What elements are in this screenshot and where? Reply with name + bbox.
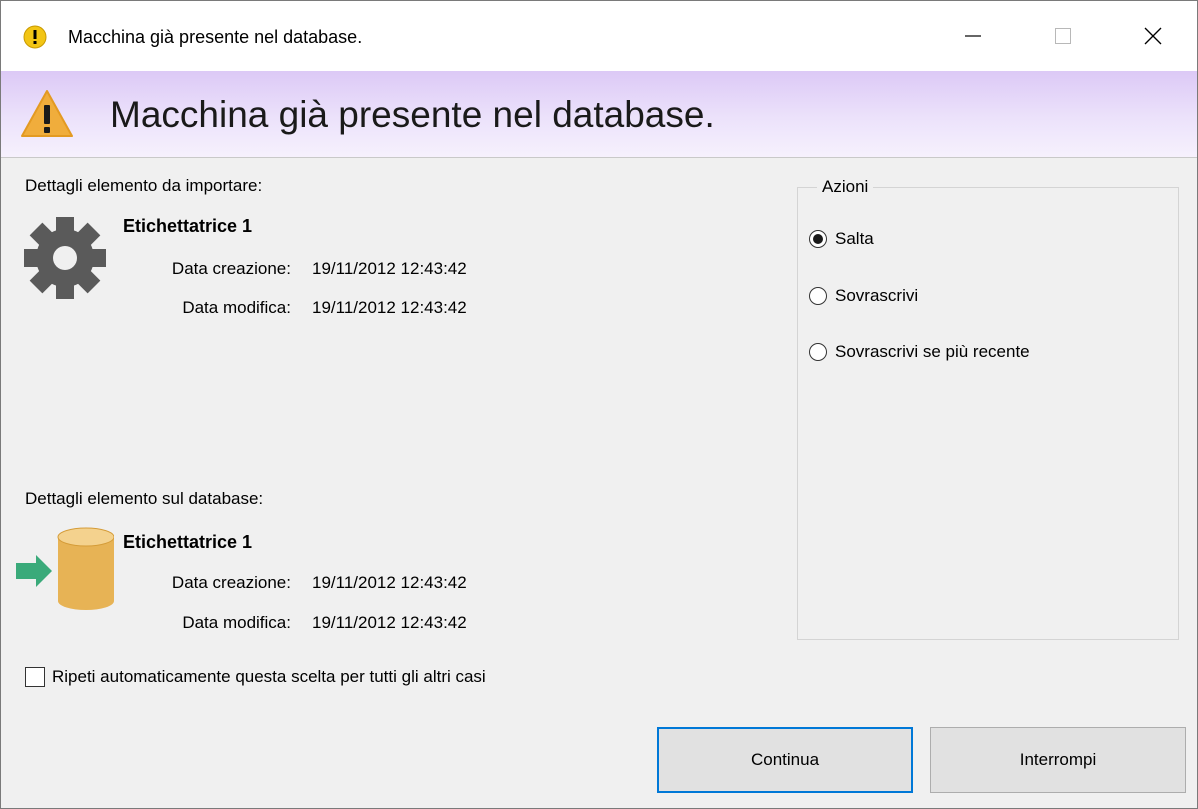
stop-button[interactable]: Interrompi — [930, 727, 1186, 793]
close-button[interactable] — [1121, 1, 1185, 71]
repeat-checkbox-row[interactable]: Ripeti automaticamente questa scelta per… — [25, 665, 486, 689]
radio-button[interactable] — [809, 343, 827, 361]
radio-skip[interactable]: Salta — [809, 227, 874, 251]
radio-overwrite-label: Sovrascrivi — [835, 286, 919, 305]
db-item-name: Etichettatrice 1 — [123, 532, 253, 552]
db-modified-value: 19/11/2012 12:43:42 — [312, 613, 467, 632]
db-section-label: Dettagli elemento sul database: — [25, 489, 264, 508]
header-banner: Macchina già presente nel database. — [1, 71, 1197, 158]
import-created-label: Data creazione: — [171, 259, 291, 278]
import-created-value: 19/11/2012 12:43:42 — [312, 259, 467, 278]
import-modified-value: 19/11/2012 12:43:42 — [312, 298, 467, 317]
radio-skip-label: Salta — [835, 229, 874, 248]
db-created-value: 19/11/2012 12:43:42 — [312, 573, 467, 592]
actions-groupbox — [797, 187, 1179, 640]
banner-heading: Macchina già presente nel database. — [110, 94, 715, 135]
radio-button[interactable] — [809, 287, 827, 305]
warning-triangle-icon — [21, 90, 73, 137]
continue-button[interactable]: Continua — [657, 727, 913, 793]
radio-button[interactable] — [809, 230, 827, 248]
close-icon — [1144, 27, 1162, 45]
warning-circle-icon — [23, 25, 47, 49]
actions-legend: Azioni — [817, 177, 874, 197]
import-modified-label: Data modifica: — [182, 298, 291, 317]
repeat-checkbox-label: Ripeti automaticamente questa scelta per… — [52, 667, 486, 686]
minimize-icon — [965, 35, 981, 37]
database-arrow-icon — [16, 527, 114, 610]
maximize-button[interactable] — [1031, 1, 1095, 71]
repeat-checkbox[interactable] — [25, 667, 45, 687]
db-created-label: Data creazione: — [171, 573, 291, 592]
import-section-label: Dettagli elemento da importare: — [25, 176, 263, 195]
db-modified-label: Data modifica: — [182, 613, 291, 632]
title-bar[interactable]: Macchina già presente nel database. — [1, 1, 1197, 71]
radio-overwrite-if-newer[interactable]: Sovrascrivi se più recente — [809, 340, 1030, 364]
maximize-icon — [1055, 28, 1071, 44]
radio-overwrite-if-newer-label: Sovrascrivi se più recente — [835, 342, 1030, 361]
gear-icon — [24, 217, 106, 299]
import-item-name: Etichettatrice 1 — [123, 216, 253, 236]
minimize-button[interactable] — [941, 1, 1005, 71]
dialog-window: Macchina già presente nel database. Macc… — [0, 0, 1198, 809]
radio-overwrite[interactable]: Sovrascrivi — [809, 284, 918, 308]
window-title: Macchina già presente nel database. — [68, 27, 363, 47]
